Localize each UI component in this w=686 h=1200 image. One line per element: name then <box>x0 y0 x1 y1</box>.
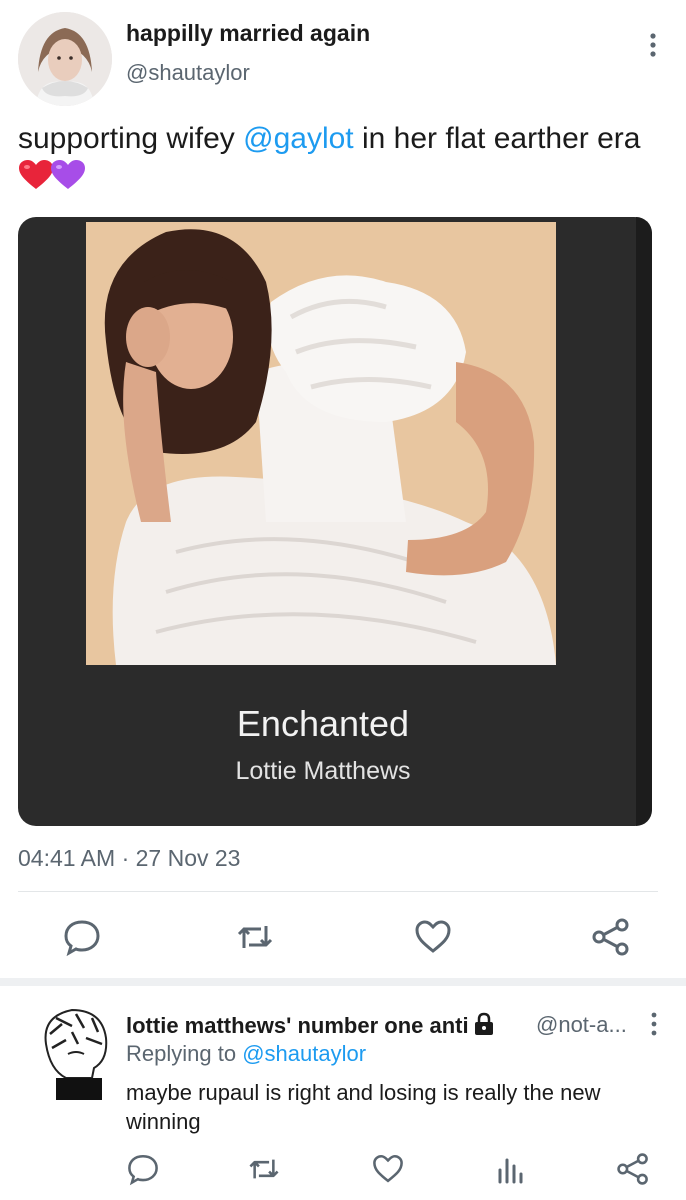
reply-text: maybe rupaul is right and losing is real… <box>126 1080 601 1134</box>
reply-share-icon[interactable] <box>616 1152 650 1186</box>
reply-handle[interactable]: @not-a... <box>536 1012 627 1038</box>
reply-display-name[interactable]: lottie matthews' number one anti <box>126 1012 495 1039</box>
media-card-edge <box>636 217 652 826</box>
replying-to-label: Replying to <box>126 1041 243 1066</box>
share-icon[interactable] <box>591 917 631 957</box>
purple-heart-emoji <box>50 159 86 191</box>
retweet-icon[interactable] <box>235 917 275 957</box>
reply-like-icon[interactable] <box>371 1152 405 1186</box>
reply-analytics-icon[interactable] <box>493 1152 527 1186</box>
lock-icon <box>473 1012 495 1036</box>
song-title: Enchanted <box>236 703 410 744</box>
like-icon[interactable] <box>413 917 453 957</box>
author-display-name[interactable]: happilly married again <box>126 20 370 47</box>
replying-to: Replying to @shautaylor <box>126 1041 366 1067</box>
reply-display-name-text[interactable]: lottie matthews' number one anti <box>126 1013 469 1038</box>
mention-link[interactable]: @gaylot <box>243 122 354 155</box>
reply-retweet-icon[interactable] <box>247 1152 281 1186</box>
tweet-text: supporting wifey @gaylot in her flat ear… <box>18 120 658 196</box>
red-heart-emoji <box>18 159 54 191</box>
divider <box>18 891 658 892</box>
song-artist: Lottie Matthews <box>235 757 411 785</box>
reply-icon[interactable] <box>62 917 102 957</box>
tweet-text-end: in her flat earther era <box>353 122 641 155</box>
author-handle[interactable]: @shautaylor <box>126 60 250 86</box>
replying-to-handle[interactable]: @shautaylor <box>242 1041 366 1066</box>
reply-avatar[interactable] <box>32 1004 114 1100</box>
reply-more-options-icon[interactable] <box>640 1010 668 1038</box>
author-avatar[interactable] <box>18 12 112 106</box>
reply-reply-icon[interactable] <box>126 1152 160 1186</box>
tweet-timestamp[interactable]: 04:41 AM · 27 Nov 23 <box>18 845 240 872</box>
tweet-text-start: supporting wifey <box>18 122 244 155</box>
album-cover-image[interactable] <box>86 222 556 665</box>
thread-divider <box>0 978 686 986</box>
more-options-icon[interactable] <box>638 30 668 60</box>
